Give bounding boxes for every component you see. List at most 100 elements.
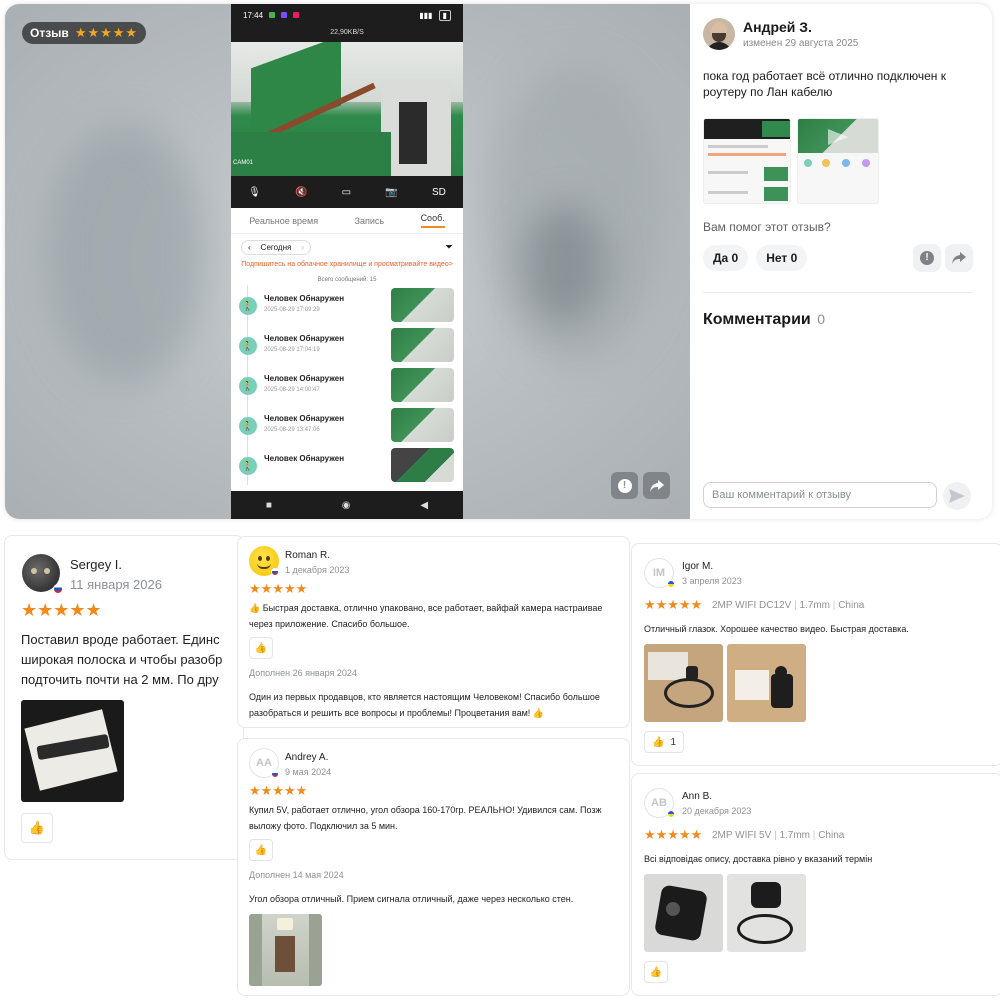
warning-icon: ! — [920, 251, 934, 265]
share-media-button[interactable] — [643, 472, 670, 499]
review-photo-thumbnail[interactable] — [727, 874, 806, 952]
event-thumbnail[interactable] — [391, 288, 454, 322]
tab-messages[interactable]: Сооб. — [420, 213, 445, 228]
review-author-row: Андрей З. изменен 29 августа 2025 — [703, 18, 978, 50]
country-flag-icon — [667, 580, 675, 588]
record-icon[interactable]: ▭ — [342, 187, 351, 198]
addendum-text-line: Один из первых продавцов, кто является н… — [249, 692, 600, 702]
report-media-button[interactable]: ! — [611, 472, 638, 499]
event-item[interactable]: 🚶 Человек Обнаружен 2025-08-29 13:47:06 — [231, 405, 463, 445]
review-text-line: широкая полоска и чтобы разобр — [21, 652, 223, 667]
event-item[interactable]: 🚶 Человек Обнаружен 2025-08-29 17:09:29 — [231, 285, 463, 325]
camera-label: CAM01 — [233, 160, 254, 166]
camera-feed: CAM01 — [231, 42, 463, 176]
event-date: 2025-08-29 14:00:47 — [264, 387, 320, 393]
like-button[interactable]: 👍 — [249, 637, 273, 659]
tab-record[interactable]: Запись — [355, 216, 385, 226]
share-arrow-icon — [649, 479, 664, 492]
event-item[interactable]: 🚶 Человек Обнаружен 2025-08-29 17:04:19 — [231, 325, 463, 365]
mute-icon[interactable]: 🔇 — [295, 187, 307, 198]
review-photo-thumbnail[interactable] — [703, 118, 791, 204]
event-item[interactable]: 🚶 Человек Обнаружен — [231, 445, 463, 485]
recents-icon[interactable]: ■ — [266, 500, 272, 511]
comment-input[interactable]: Ваш комментарий к отзыву — [703, 482, 937, 508]
variant-model: 2MP WIFI 5V — [712, 830, 772, 841]
review-text: 👍 Быстрая доставка, отлично упаковано, в… — [249, 600, 602, 632]
like-button[interactable]: 👍 — [21, 813, 53, 843]
like-button[interactable]: 👍 — [644, 961, 668, 983]
product-variant: 2MP WIFI DC12V | 1.7mm | China — [712, 600, 864, 611]
share-review-button[interactable] — [945, 244, 973, 272]
send-comment-button[interactable] — [943, 482, 971, 510]
review-text: Поставил вроде работает. Единс широкая п… — [21, 630, 222, 690]
review-photo-thumbnail[interactable] — [249, 914, 322, 986]
addendum-text-line: разобраться и решить все вопросы и пробл… — [249, 708, 544, 718]
variant-separator: | — [794, 600, 797, 611]
rating-stars: ★★★★★ — [21, 600, 102, 620]
filter-icon[interactable]: ⏷ — [445, 242, 453, 253]
review-text: пока год работает всё отлично подключен … — [703, 68, 978, 100]
event-item[interactable]: 🚶 Человек Обнаружен 2025-08-29 14:00:47 — [231, 365, 463, 405]
reviewer-name[interactable]: Igor M. — [682, 561, 713, 572]
reviewer-name[interactable]: Ann B. — [682, 791, 712, 802]
reviewer-name[interactable]: Andrey A. — [285, 752, 328, 763]
review-card: IM Igor M. 3 апреля 2023 ★★★★★ 2MP WIFI … — [631, 543, 1000, 766]
rating-stars: ★★★★★ — [249, 581, 308, 596]
review-photo-thumbnail[interactable] — [644, 644, 723, 722]
helpful-no-button[interactable]: Нет 0 — [756, 245, 808, 271]
avatar[interactable] — [703, 18, 735, 50]
review-photo-thumbnail[interactable] — [727, 644, 806, 722]
review-media-viewer[interactable]: Отзыв ★★★★★ 17:44 ▮▮▮ ▮ 22,90KB/S CAM01 … — [5, 4, 690, 519]
event-thumbnail[interactable] — [391, 408, 454, 442]
review-text-line: 👍 Быстрая доставка, отлично упаковано, в… — [249, 603, 603, 613]
like-count: 1 — [670, 736, 676, 748]
sd-card-button[interactable]: SD — [432, 187, 446, 198]
thumbs-up-icon: 👍 — [649, 966, 663, 978]
cloud-storage-notice[interactable]: Подпишитесь на облачное хранилище и прос… — [231, 255, 463, 274]
like-button[interactable]: 👍 — [249, 839, 273, 861]
chevron-left-icon[interactable]: ‹ — [248, 243, 251, 252]
reviewer-name[interactable]: Sergey I. — [70, 557, 122, 572]
event-thumbnail[interactable] — [391, 328, 454, 362]
camera-icon[interactable]: 📷 — [385, 187, 397, 198]
review-badge: Отзыв ★★★★★ — [22, 22, 147, 44]
review-text: Купил 5V, работает отлично, угол обзора … — [249, 802, 602, 834]
home-icon[interactable]: ◉ — [342, 500, 351, 511]
tab-realtime[interactable]: Реальное время — [249, 216, 318, 226]
review-photo-thumbnail[interactable] — [644, 874, 723, 952]
chevron-right-icon[interactable]: › — [301, 243, 304, 252]
review-card: AB Ann B. 20 декабря 2023 ★★★★★ 2MP WIFI… — [631, 773, 1000, 996]
event-title: Человек Обнаружен — [264, 374, 345, 383]
thumbs-up-icon: 👍 — [28, 820, 46, 835]
helpful-yes-button[interactable]: Да 0 — [703, 245, 749, 271]
review-card: AA Andrey A. 9 мая 2024 ★★★★★ Купил 5V, … — [237, 738, 630, 996]
review-badge-stars: ★★★★★ — [74, 25, 139, 40]
person-walk-icon: 🚶 — [239, 337, 257, 355]
phone-tabs: Реальное время Запись Сооб. — [231, 208, 463, 234]
review-date: 3 апреля 2023 — [682, 576, 742, 586]
review-photo-thumbnail[interactable] — [21, 700, 124, 802]
review-text: Отличный глазок. Хорошее качество видео.… — [644, 624, 909, 634]
messages-total: Всего сообщений: 15 — [317, 277, 377, 283]
review-date: 1 декабря 2023 — [285, 565, 350, 575]
reviewer-name[interactable]: Roman R. — [285, 550, 330, 561]
review-card: Roman R. 1 декабря 2023 ★★★★★ 👍 Быстрая … — [237, 536, 630, 728]
like-button[interactable]: 👍 1 — [644, 731, 684, 753]
phone-status-bar: 17:44 ▮▮▮ ▮ — [231, 4, 463, 26]
review-photo-thumbnail[interactable] — [797, 118, 879, 204]
event-thumbnail[interactable] — [391, 448, 454, 482]
signal-icon: ▮▮▮ — [419, 10, 433, 20]
review-text-line: подточить почти на 2 мм. По дру — [21, 672, 219, 687]
event-thumbnail[interactable] — [391, 368, 454, 402]
microphone-icon[interactable]: 🎙 — [248, 187, 261, 198]
addendum-text: Один из первых продавцов, кто является н… — [249, 689, 600, 721]
date-selector[interactable]: ‹ Сегодня › — [241, 240, 312, 255]
review-modal: Отзыв ★★★★★ 17:44 ▮▮▮ ▮ 22,90KB/S CAM01 … — [5, 4, 992, 519]
review-date: 9 мая 2024 — [285, 767, 332, 777]
back-icon[interactable]: ◀ — [420, 500, 428, 511]
phone-screenshot: 17:44 ▮▮▮ ▮ 22,90KB/S CAM01 🎙 🔇 ▭ 📷 SD Р… — [231, 4, 463, 519]
report-review-button[interactable]: ! — [913, 244, 941, 272]
addendum-label: Дополнен 26 января 2024 — [249, 668, 357, 678]
author-name[interactable]: Андрей З. — [743, 19, 858, 35]
comments-header: Комментарии 0 — [703, 311, 978, 329]
